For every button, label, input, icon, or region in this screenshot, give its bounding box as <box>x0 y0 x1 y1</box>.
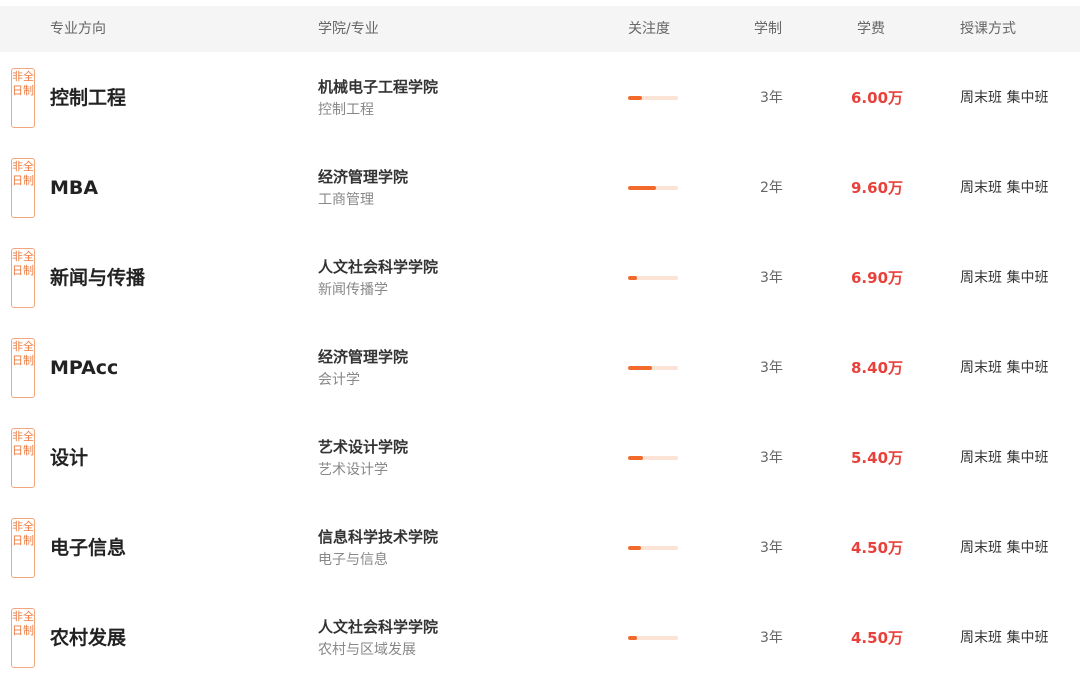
major-name[interactable]: 新闻与传播 <box>50 264 145 292</box>
header-college: 学院/专业 <box>318 21 379 37</box>
tuition-fee: 9.60万 <box>851 179 904 197</box>
major-name[interactable]: 农村发展 <box>50 624 126 652</box>
teaching-method: 周末班 集中班 <box>960 630 1049 646</box>
program-type-badge: 非全日制 <box>11 338 35 398</box>
table-row[interactable]: 非全日制 新闻与传播 人文社会科学学院 新闻传播学 3年 6.90万 周末班 集… <box>0 232 1080 322</box>
header-duration: 学制 <box>754 21 782 37</box>
tuition-fee: 4.50万 <box>851 629 904 647</box>
table-row[interactable]: 非全日制 设计 艺术设计学院 艺术设计学 3年 5.40万 周末班 集中班 <box>0 412 1080 502</box>
duration: 3年 <box>760 540 783 556</box>
program-type-badge: 非全日制 <box>11 248 35 308</box>
tuition-fee: 4.50万 <box>851 539 904 557</box>
program-type-badge: 非全日制 <box>11 68 35 128</box>
duration: 3年 <box>760 450 783 466</box>
teaching-method: 周末班 集中班 <box>960 450 1049 466</box>
attention-bar <box>628 546 678 550</box>
major-name[interactable]: MBA <box>50 174 98 202</box>
header-fee: 学费 <box>857 21 885 37</box>
duration: 3年 <box>760 270 783 286</box>
teaching-method: 周末班 集中班 <box>960 180 1049 196</box>
program-table: 专业方向 学院/专业 关注度 学制 学费 授课方式 非全日制 控制工程 机械电子… <box>0 0 1080 684</box>
table-row[interactable]: 非全日制 控制工程 机械电子工程学院 控制工程 3年 6.00万 周末班 集中班 <box>0 52 1080 142</box>
subject-name: 工商管理 <box>318 192 374 208</box>
program-type-badge: 非全日制 <box>11 518 35 578</box>
college-name[interactable]: 机械电子工程学院 <box>318 76 438 98</box>
attention-bar <box>628 186 678 190</box>
table-row[interactable]: 非全日制 MBA 经济管理学院 工商管理 2年 9.60万 周末班 集中班 <box>0 142 1080 232</box>
program-type-badge: 非全日制 <box>11 608 35 668</box>
teaching-method: 周末班 集中班 <box>960 90 1049 106</box>
tuition-fee: 8.40万 <box>851 359 904 377</box>
subject-name: 电子与信息 <box>318 552 388 568</box>
table-header: 专业方向 学院/专业 关注度 学制 学费 授课方式 <box>0 6 1080 52</box>
subject-name: 会计学 <box>318 372 360 388</box>
attention-bar-fill <box>628 636 637 640</box>
attention-bar-fill <box>628 546 641 550</box>
attention-bar <box>628 636 678 640</box>
table-body: 非全日制 控制工程 机械电子工程学院 控制工程 3年 6.00万 周末班 集中班… <box>0 52 1080 682</box>
college-name[interactable]: 信息科学技术学院 <box>318 526 438 548</box>
major-name[interactable]: MPAcc <box>50 354 118 382</box>
duration: 3年 <box>760 360 783 376</box>
major-name[interactable]: 控制工程 <box>50 84 126 112</box>
attention-bar-fill <box>628 276 637 280</box>
subject-name: 农村与区域发展 <box>318 642 416 658</box>
college-name[interactable]: 人文社会科学学院 <box>318 616 438 638</box>
subject-name: 新闻传播学 <box>318 282 388 298</box>
header-major: 专业方向 <box>50 21 106 37</box>
attention-bar-fill <box>628 366 652 370</box>
major-name[interactable]: 设计 <box>50 444 88 472</box>
duration: 2年 <box>760 180 783 196</box>
program-type-badge: 非全日制 <box>11 158 35 218</box>
subject-name: 艺术设计学 <box>318 462 388 478</box>
program-type-badge: 非全日制 <box>11 428 35 488</box>
duration: 3年 <box>760 630 783 646</box>
college-name[interactable]: 人文社会科学学院 <box>318 256 438 278</box>
tuition-fee: 6.90万 <box>851 269 904 287</box>
attention-bar-fill <box>628 456 643 460</box>
tuition-fee: 6.00万 <box>851 89 904 107</box>
attention-bar <box>628 96 678 100</box>
attention-bar <box>628 366 678 370</box>
college-name[interactable]: 经济管理学院 <box>318 346 408 368</box>
college-name[interactable]: 艺术设计学院 <box>318 436 408 458</box>
subject-name: 控制工程 <box>318 102 374 118</box>
table-row[interactable]: 非全日制 农村发展 人文社会科学学院 农村与区域发展 3年 4.50万 周末班 … <box>0 592 1080 682</box>
attention-bar <box>628 276 678 280</box>
header-method: 授课方式 <box>960 21 1016 37</box>
attention-bar-fill <box>628 186 656 190</box>
table-row[interactable]: 非全日制 电子信息 信息科学技术学院 电子与信息 3年 4.50万 周末班 集中… <box>0 502 1080 592</box>
college-name[interactable]: 经济管理学院 <box>318 166 408 188</box>
major-name[interactable]: 电子信息 <box>50 534 126 562</box>
teaching-method: 周末班 集中班 <box>960 540 1049 556</box>
duration: 3年 <box>760 90 783 106</box>
teaching-method: 周末班 集中班 <box>960 270 1049 286</box>
attention-bar-fill <box>628 96 642 100</box>
attention-bar <box>628 456 678 460</box>
tuition-fee: 5.40万 <box>851 449 904 467</box>
header-attention: 关注度 <box>628 21 670 37</box>
table-row[interactable]: 非全日制 MPAcc 经济管理学院 会计学 3年 8.40万 周末班 集中班 <box>0 322 1080 412</box>
teaching-method: 周末班 集中班 <box>960 360 1049 376</box>
